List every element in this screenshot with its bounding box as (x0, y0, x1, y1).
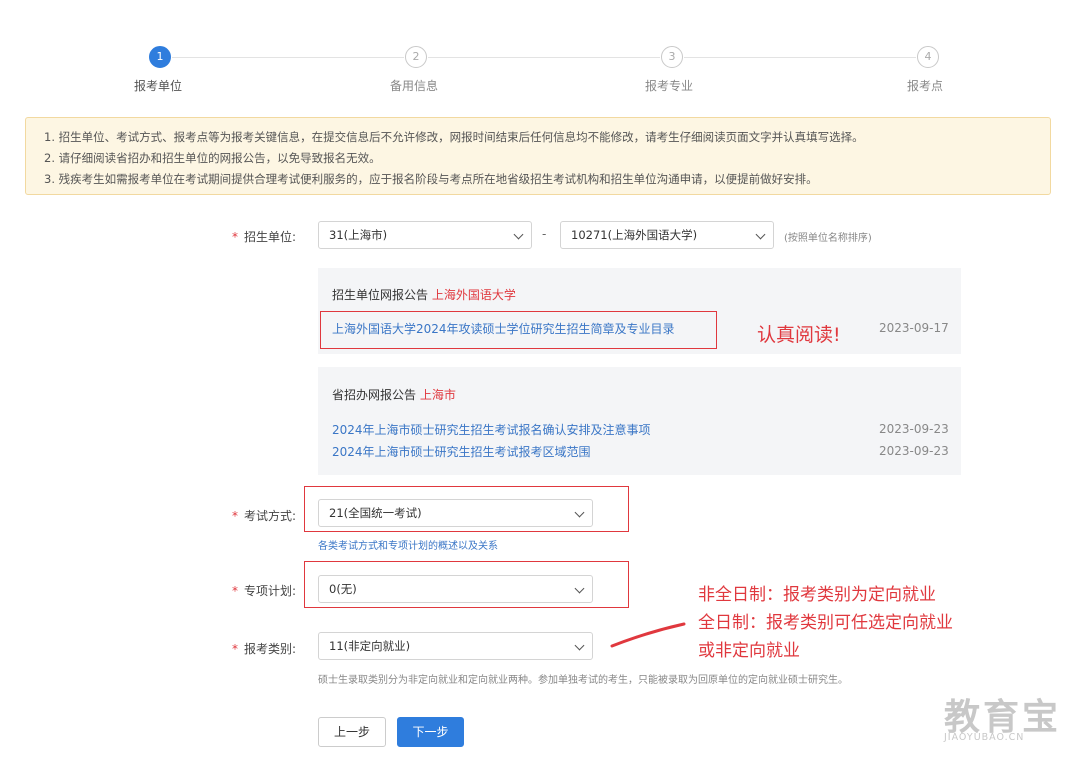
province-select-value: 31(上海市) (329, 228, 388, 242)
province-announcement-date: 2023-09-23 (879, 444, 949, 458)
notice-line: 3. 残疾考生如需报考单位在考试期间提供合理考试便利服务的，应于报名阶段与考点所… (44, 172, 818, 186)
chevron-down-icon (574, 640, 585, 651)
category-hint: 硕士生录取类别分为非定向就业和定向就业两种。参加单独考试的考生，只能被录取为回原… (318, 675, 848, 686)
category-label: * 报考类别: (232, 640, 296, 657)
step-2-label: 备用信息 (390, 79, 439, 93)
notice-line: 2. 请仔细阅读省招办和招生单位的网报公告，以免导致报名无效。 (44, 151, 381, 165)
category-label-text: 报考类别: (244, 642, 297, 656)
category-select[interactable]: 11(非定向就业) (318, 632, 593, 660)
annotation-arrow-icon (610, 622, 686, 648)
highlight-box (304, 486, 629, 532)
unit-announcement-title: 招生单位网报公告 上海外国语大学 (332, 286, 516, 303)
chevron-down-icon (513, 229, 524, 240)
stepper-line (172, 57, 404, 58)
required-mark: * (232, 584, 238, 598)
category-note-line: 非全日制：报考类别为定向就业 (698, 585, 936, 605)
step-3-label: 报考专业 (645, 79, 694, 93)
chevron-down-icon (755, 229, 766, 240)
unit-announcement-school: 上海外国语大学 (431, 288, 516, 302)
step-3-indicator: 3 (661, 46, 683, 68)
school-select-value: 10271(上海外国语大学) (571, 228, 698, 242)
exam-mode-label-text: 考试方式: (244, 509, 297, 523)
step-4-indicator: 4 (917, 46, 939, 68)
read-carefully-note: 认真阅读! (757, 324, 841, 346)
select-separator: - (542, 227, 547, 241)
province-announcement-province: 上海市 (419, 388, 456, 402)
prev-step-button[interactable]: 上一步 (318, 717, 386, 747)
category-note-line: 或非定向就业 (698, 641, 800, 661)
special-plan-label: * 专项计划: (232, 582, 296, 599)
next-step-button[interactable]: 下一步 (397, 717, 464, 747)
unit-label-text: 招生单位: (244, 230, 297, 244)
stepper-line (428, 57, 660, 58)
category-note-line: 全日制：报考类别可任选定向就业 (698, 613, 953, 633)
exam-mode-help-link[interactable]: 各类考试方式和专项计划的概述以及关系 (318, 537, 498, 552)
province-announcement-panel: 省招办网报公告 上海市 2024年上海市硕士研究生招生考试报名确认安排及注意事项… (318, 367, 961, 475)
required-mark: * (232, 509, 238, 523)
province-announcement-title: 省招办网报公告 上海市 (332, 386, 456, 403)
highlight-box (320, 311, 717, 349)
step-4-label: 报考点 (907, 79, 944, 93)
highlight-box (304, 561, 629, 608)
school-select[interactable]: 10271(上海外国语大学) (560, 221, 774, 249)
notice-line: 1. 招生单位、考试方式、报考点等为报考关键信息，在提交信息后不允许修改，网报时… (44, 130, 864, 144)
province-select[interactable]: 31(上海市) (318, 221, 532, 249)
province-announcement-date: 2023-09-23 (879, 422, 949, 436)
category-select-value: 11(非定向就业) (329, 639, 411, 653)
province-announcement-link[interactable]: 2024年上海市硕士研究生招生考试报名确认安排及注意事项 (332, 421, 651, 438)
exam-mode-label: * 考试方式: (232, 507, 296, 524)
step-2-indicator: 2 (405, 46, 427, 68)
step-1-label: 报考单位 (134, 79, 183, 93)
stepper-line (684, 57, 916, 58)
unit-sort-hint: (按照单位名称排序) (784, 233, 872, 244)
step-1-indicator: 1 (149, 46, 171, 68)
required-mark: * (232, 642, 238, 656)
special-plan-label-text: 专项计划: (244, 584, 297, 598)
unit-announcement-date: 2023-09-17 (879, 321, 949, 335)
watermark-url: JIAOYUBAO.CN (944, 732, 1025, 743)
unit-announcement-title-text: 招生单位网报公告 (332, 288, 429, 302)
required-mark: * (232, 230, 238, 244)
unit-label: * 招生单位: (232, 228, 296, 245)
province-announcement-link[interactable]: 2024年上海市硕士研究生招生考试报考区域范围 (332, 443, 591, 460)
province-announcement-title-text: 省招办网报公告 (332, 388, 417, 402)
notice-box: 1. 招生单位、考试方式、报考点等为报考关键信息，在提交信息后不允许修改，网报时… (25, 117, 1051, 195)
